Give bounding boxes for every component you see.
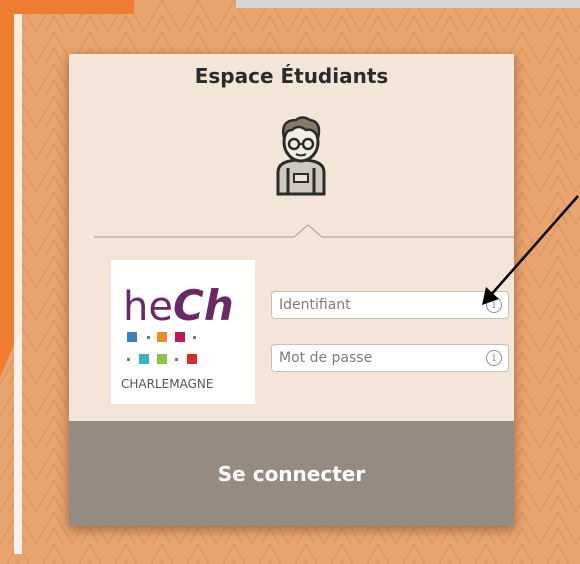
username-field[interactable]: Identifiant i [271,291,509,319]
info-icon[interactable]: i [486,350,502,366]
logo-brand-prefix: he [123,284,173,330]
logo-brand-suffix: Ch [173,281,234,330]
login-panel: Espace Étudiants he Ch CHARLEMAGNE Ident… [69,54,514,526]
section-divider [94,224,514,238]
password-placeholder: Mot de passe [279,350,373,366]
username-placeholder: Identifiant [279,297,351,313]
logo-school-name: CHARLEMAGNE [121,377,213,391]
student-avatar-icon [276,116,326,196]
page-title: Espace Étudiants [194,64,389,88]
top-gray-strip [236,0,580,8]
password-field[interactable]: Mot de passe i [271,344,509,372]
login-button[interactable]: Se connecter [69,421,514,526]
info-icon[interactable]: i [486,297,502,313]
school-logo: he Ch CHARLEMAGNE [111,260,255,404]
